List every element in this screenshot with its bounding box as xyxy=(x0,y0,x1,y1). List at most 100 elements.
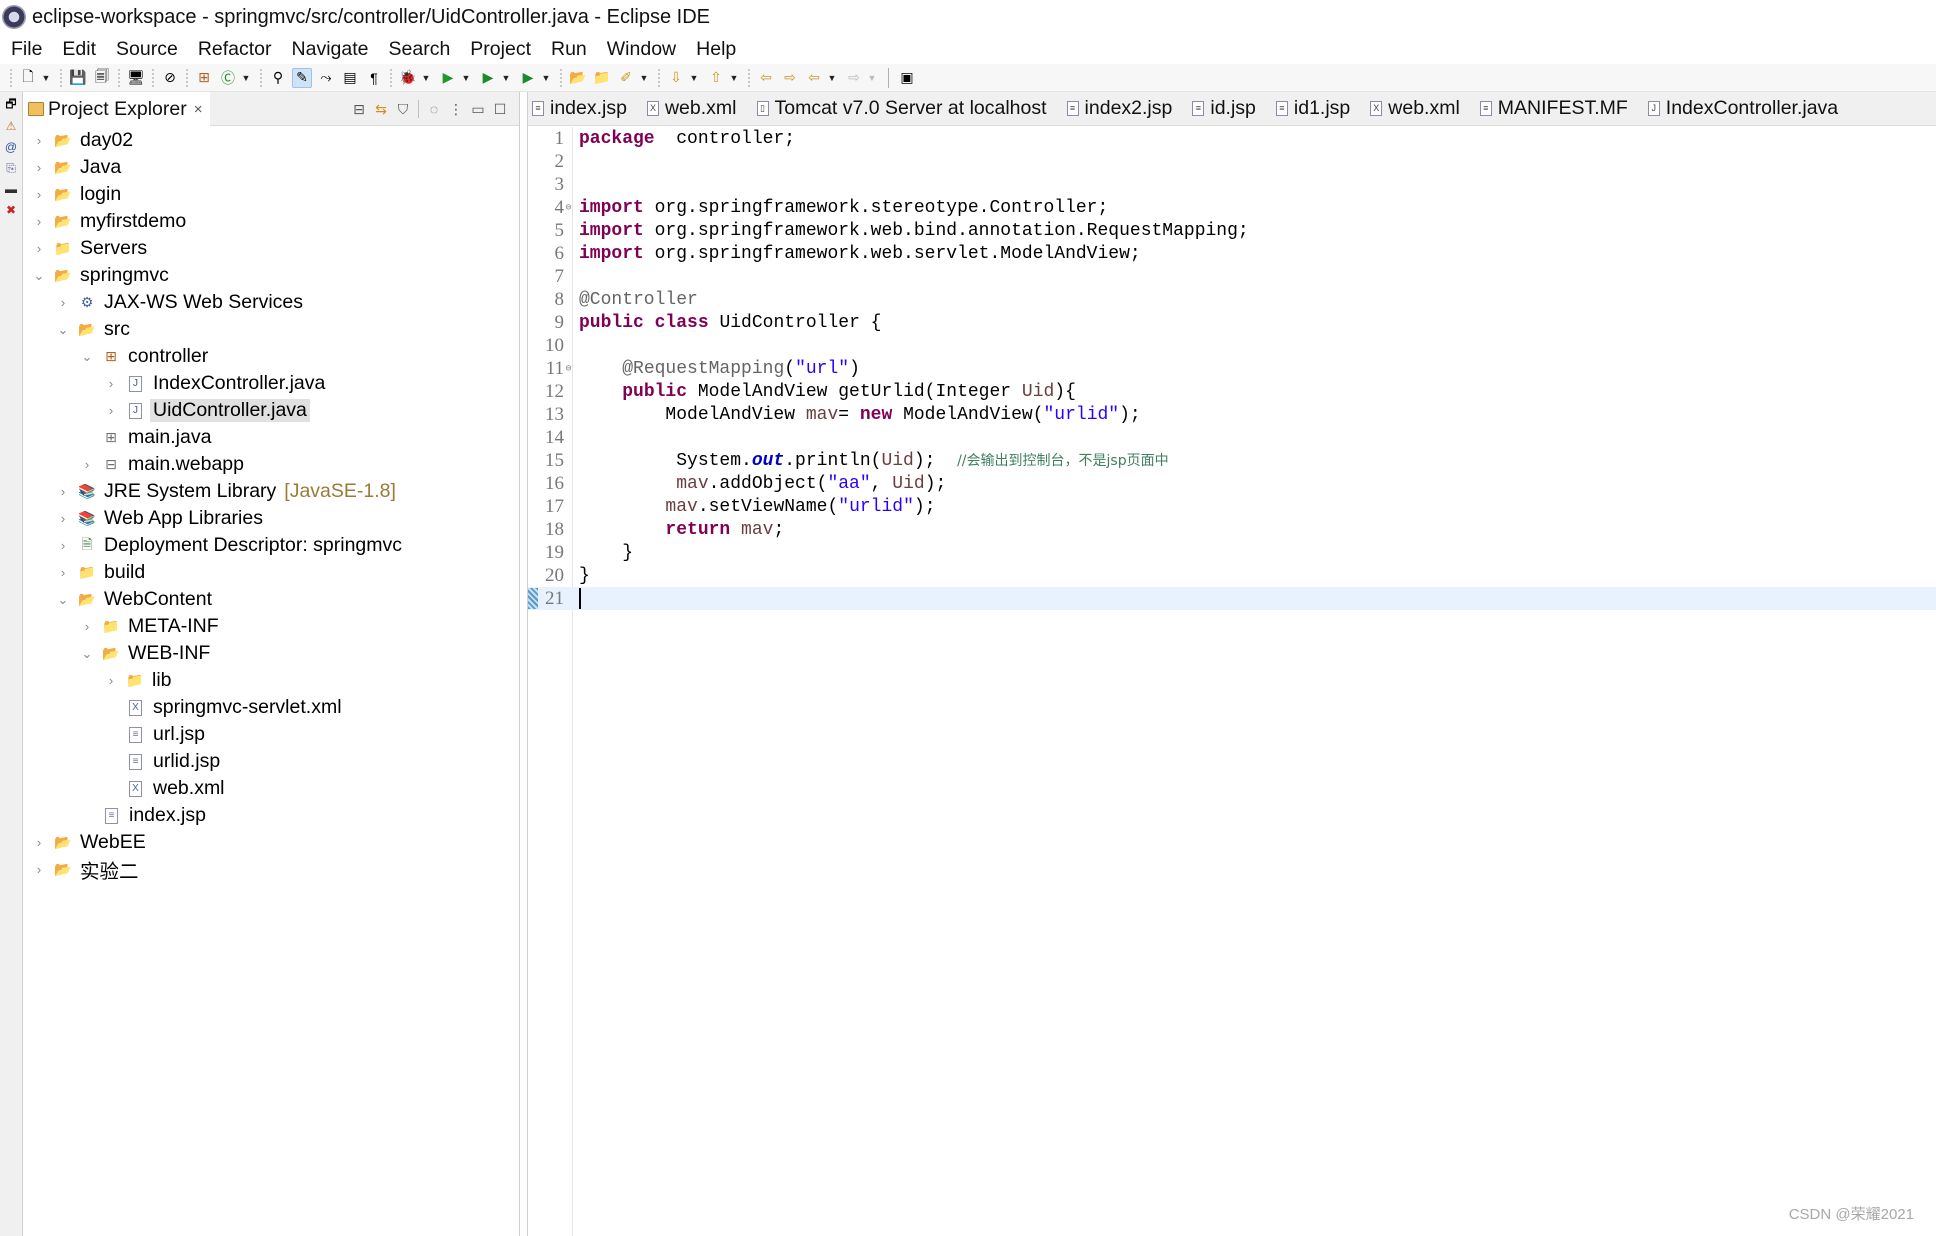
open-type-icon[interactable]: ⚲ xyxy=(268,68,288,88)
tree-item[interactable]: › 📂 实验二 xyxy=(24,856,519,883)
filter-icon[interactable]: ⛉ xyxy=(392,101,414,118)
editor-tab[interactable]: ≡ index.jsp xyxy=(528,92,643,126)
toggle-breadcrumb-icon[interactable]: ⤳ xyxy=(316,68,336,88)
tree-item[interactable]: › 📚 Web App Libraries xyxy=(24,505,519,532)
code-line[interactable]: 6 import org.springframework.web.servlet.… xyxy=(528,242,1936,265)
console-icon[interactable]: 🖥 xyxy=(126,68,146,88)
problems-icon[interactable]: ⚠ xyxy=(3,118,19,134)
new-icon[interactable]: 🗋 xyxy=(18,68,38,88)
code-line[interactable]: 5 import org.springframework.web.bind.ann… xyxy=(528,219,1936,242)
run-on-server-icon[interactable]: ▶ xyxy=(478,68,498,88)
menu-run[interactable]: Run xyxy=(540,38,596,61)
previous-annotation-icon[interactable]: ⇧ xyxy=(706,68,726,88)
menu-search[interactable]: Search xyxy=(378,38,460,61)
annotation-dropdown[interactable]: ▼ xyxy=(638,68,650,88)
code-area[interactable]: 1 package controller; 2 3 4 ⊖ import org.sprin… xyxy=(528,127,1936,610)
collapse-all-icon[interactable]: ⊟ xyxy=(348,101,370,118)
external-tools-dropdown[interactable]: ▼ xyxy=(540,68,552,88)
last-edit-location-icon[interactable]: ⇦ xyxy=(756,68,776,88)
javadoc-icon[interactable]: @ xyxy=(3,139,19,155)
chevron-right-icon[interactable]: › xyxy=(32,133,46,148)
code-line[interactable]: 2 xyxy=(528,150,1936,173)
tree-item[interactable]: ⌄ ⊞ controller xyxy=(24,343,519,370)
tree-item[interactable]: ≡ url.jsp xyxy=(24,721,519,748)
menu-window[interactable]: Window xyxy=(596,38,685,61)
chevron-right-icon[interactable]: › xyxy=(104,376,118,391)
tree-item[interactable]: › 📁 lib xyxy=(24,667,519,694)
chevron-right-icon[interactable]: › xyxy=(56,538,70,553)
tree-item[interactable]: › 🗎 Deployment Descriptor: springmvc xyxy=(24,532,519,559)
link-with-editor-icon[interactable]: ⇆ xyxy=(370,101,392,118)
error-log-icon[interactable]: ✖ xyxy=(3,202,19,218)
debug-icon[interactable]: 🐞 xyxy=(398,68,418,88)
debug-dropdown[interactable]: ▼ xyxy=(420,68,432,88)
maximize-icon[interactable]: ☐ xyxy=(489,101,511,118)
tree-item[interactable]: ≡ index.jsp xyxy=(24,802,519,829)
tree-item[interactable]: › 📁 META-INF xyxy=(24,613,519,640)
code-line[interactable]: 13 ModelAndView mav= new ModelAndView("u… xyxy=(528,403,1936,426)
new-dropdown[interactable]: ▼ xyxy=(40,68,52,88)
code-line[interactable]: 1 package controller; xyxy=(528,127,1936,150)
declaration-icon[interactable]: ⎘ xyxy=(3,160,19,176)
close-icon[interactable]: × xyxy=(194,101,203,118)
editor-tab[interactable]: ≡ id.jsp xyxy=(1188,92,1272,126)
editor-tab[interactable]: ≡ index2.jsp xyxy=(1063,92,1189,126)
run-dropdown[interactable]: ▼ xyxy=(460,68,472,88)
minimize-icon[interactable]: ▭ xyxy=(467,101,489,118)
forward-icon[interactable]: ⇨ xyxy=(844,68,864,88)
new-java-class-icon[interactable]: Ⓒ xyxy=(218,68,238,88)
tree-item[interactable]: › 📁 Servers xyxy=(24,235,519,262)
chevron-down-icon[interactable]: ⌄ xyxy=(80,349,94,365)
tree-item[interactable]: › 📂 login xyxy=(24,181,519,208)
restore-icon[interactable]: 🗗 xyxy=(3,97,19,113)
code-line[interactable]: 20} xyxy=(528,564,1936,587)
chevron-right-icon[interactable]: › xyxy=(56,295,70,310)
editor-tab[interactable]: ≡ MANIFEST.MF xyxy=(1476,92,1644,126)
tree-item[interactable]: Xweb.xml xyxy=(24,775,519,802)
code-line[interactable]: 16 mav.addObject("aa", Uid); xyxy=(528,472,1936,495)
menu-edit[interactable]: Edit xyxy=(51,38,105,61)
tree-item[interactable]: › J UidController.java xyxy=(24,397,519,424)
project-explorer-tab[interactable]: Project Explorer × xyxy=(24,92,211,126)
run-on-server-dropdown[interactable]: ▼ xyxy=(500,68,512,88)
editor-tab[interactable]: Xweb.xml xyxy=(643,92,753,126)
code-line[interactable]: 11 ⊖ @RequestMapping("url") xyxy=(528,357,1936,380)
code-line[interactable]: 9 public class UidController { xyxy=(528,311,1936,334)
chevron-right-icon[interactable]: › xyxy=(32,862,46,877)
editor-tab[interactable]: ▯ Tomcat v7.0 Server at localhost xyxy=(753,92,1063,126)
menu-refactor[interactable]: Refactor xyxy=(187,38,281,61)
tree-item[interactable]: › ⚙ JAX-WS Web Services xyxy=(24,289,519,316)
next-annotation-icon[interactable]: ⇩ xyxy=(666,68,686,88)
code-line[interactable]: 12 public ModelAndView getUrlid(Integer … xyxy=(528,380,1936,403)
save-icon[interactable]: 💾 xyxy=(68,68,88,88)
chevron-right-icon[interactable]: › xyxy=(104,673,118,688)
tree-item[interactable]: › 📂 day02 xyxy=(24,127,519,154)
next-annotation-dropdown[interactable]: ▼ xyxy=(688,68,700,88)
chevron-right-icon[interactable]: › xyxy=(32,835,46,850)
open-project-icon[interactable]: 📂 xyxy=(568,68,588,88)
tree-item[interactable]: › ⊟ main.webapp xyxy=(24,451,519,478)
editor-tab[interactable]: Xweb.xml xyxy=(1366,92,1476,126)
forward-dropdown[interactable]: ▼ xyxy=(866,68,878,88)
open-perspective-icon[interactable]: ▣ xyxy=(897,68,917,88)
skip-breakpoints-icon[interactable]: ⊘ xyxy=(160,68,180,88)
next-edit-location-icon[interactable]: ⇨ xyxy=(780,68,800,88)
tree-item[interactable]: › 📂 WebEE xyxy=(24,829,519,856)
chevron-right-icon[interactable]: › xyxy=(56,511,70,526)
console-icon[interactable]: ▬ xyxy=(3,181,19,197)
tree-item[interactable]: ⌄ 📂 src xyxy=(24,316,519,343)
save-all-icon[interactable]: 🗐 xyxy=(92,68,112,88)
tree-item[interactable]: ⌄ 📂 springmvc xyxy=(24,262,519,289)
menu-project[interactable]: Project xyxy=(459,38,540,61)
tree-item[interactable]: › 📂 Java xyxy=(24,154,519,181)
menu-source[interactable]: Source xyxy=(105,38,187,61)
previous-annotation-dropdown[interactable]: ▼ xyxy=(728,68,740,88)
tree-item[interactable]: › 📁 build xyxy=(24,559,519,586)
tree-item[interactable]: › 📚 JRE System Library [JavaSE-1.8] xyxy=(24,478,519,505)
code-line[interactable]: 18 return mav; xyxy=(528,518,1936,541)
menu-help[interactable]: Help xyxy=(685,38,745,61)
code-line[interactable]: 8 @Controller xyxy=(528,288,1936,311)
back-dropdown[interactable]: ▼ xyxy=(826,68,838,88)
back-icon[interactable]: ⇦ xyxy=(804,68,824,88)
new-java-class-dropdown[interactable]: ▼ xyxy=(240,68,252,88)
